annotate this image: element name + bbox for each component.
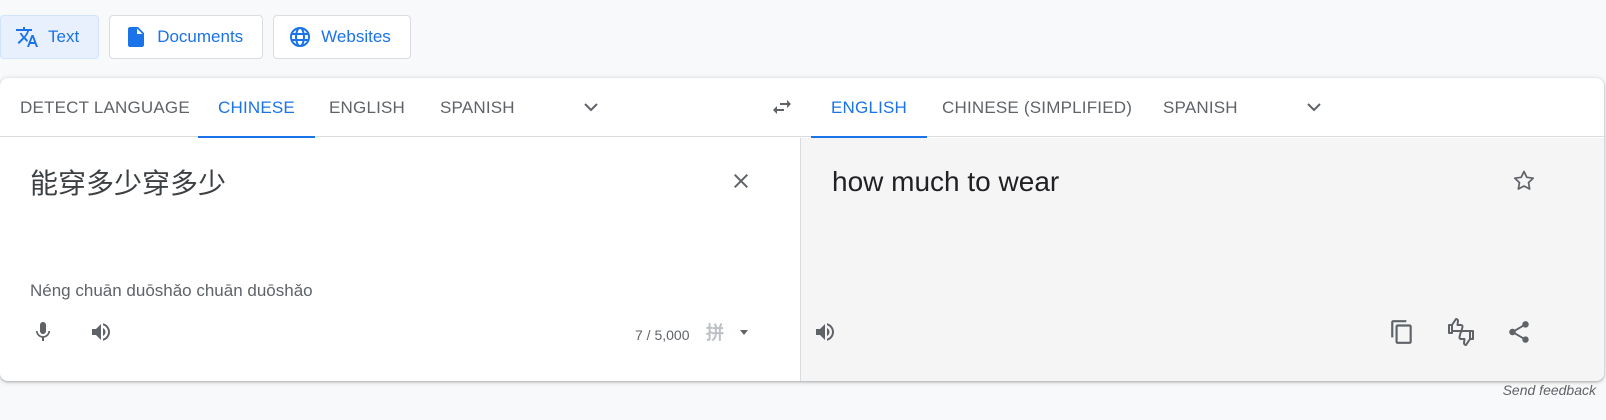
save-translation-button[interactable] <box>1504 161 1544 201</box>
document-icon <box>124 25 148 49</box>
character-counter: 7 / 5,000 <box>635 327 690 343</box>
input-tools-button[interactable]: 拼 <box>695 312 735 352</box>
send-feedback-link[interactable]: Send feedback <box>1503 382 1596 398</box>
close-icon <box>734 174 748 188</box>
speaker-icon <box>816 323 834 341</box>
caret-down-icon <box>740 330 748 335</box>
star-icon <box>1513 170 1535 190</box>
source-textarea[interactable]: 能穿多少穿多少 <box>30 162 226 202</box>
copy-translation-button[interactable] <box>1382 312 1422 352</box>
target-pane: how much to wear <box>800 138 1604 381</box>
source-pane: 能穿多少穿多少 Néng chuān duōshǎo chuān duōshǎo… <box>0 138 800 381</box>
rate-translation-button[interactable] <box>1441 312 1481 352</box>
pinyin-input-icon: 拼 <box>706 323 724 344</box>
source-romanization: Néng chuān duōshǎo chuān duōshǎo <box>30 281 313 300</box>
translation-card: DETECT LANGUAGE CHINESE ENGLISH SPANISH … <box>0 78 1604 381</box>
copy-icon <box>1391 320 1412 344</box>
documents-mode-button[interactable]: Documents <box>109 15 264 59</box>
thumbs-up-down-icon <box>1448 318 1474 346</box>
source-listen-button[interactable] <box>81 312 121 352</box>
translate-icon <box>15 25 39 49</box>
tab-detect-language[interactable]: DETECT LANGUAGE <box>0 78 210 137</box>
tab-source-spanish[interactable]: SPANISH <box>420 78 535 137</box>
chevron-down-icon <box>1307 103 1321 112</box>
target-listen-button[interactable] <box>805 312 845 352</box>
language-bar: DETECT LANGUAGE CHINESE ENGLISH SPANISH … <box>0 78 1604 138</box>
tab-target-spanish[interactable]: SPANISH <box>1143 78 1258 137</box>
target-more-languages-button[interactable] <box>1294 87 1334 127</box>
share-translation-button[interactable] <box>1499 312 1539 352</box>
websites-mode-label: Websites <box>321 27 391 46</box>
text-mode-button[interactable]: Text <box>0 15 100 59</box>
chevron-down-icon <box>584 103 598 112</box>
text-mode-label: Text <box>48 27 80 46</box>
translation-output: how much to wear <box>832 166 1060 197</box>
swap-icon <box>773 100 791 114</box>
tab-source-english[interactable]: ENGLISH <box>309 78 425 137</box>
tab-target-chinese-simplified[interactable]: CHINESE (SIMPLIFIED) <box>922 78 1152 137</box>
globe-icon <box>288 25 312 49</box>
websites-mode-button[interactable]: Websites <box>273 15 411 59</box>
share-icon <box>1509 321 1529 343</box>
source-more-languages-button[interactable] <box>571 87 611 127</box>
microphone-icon <box>36 322 50 341</box>
mode-bar: Text Documents Websites <box>0 15 421 59</box>
voice-input-button[interactable] <box>23 312 63 352</box>
tab-target-english[interactable]: ENGLISH <box>811 78 928 138</box>
documents-mode-label: Documents <box>157 27 244 46</box>
input-tools-dropdown[interactable] <box>734 312 754 352</box>
swap-languages-button[interactable] <box>762 87 802 127</box>
speaker-icon <box>92 323 110 341</box>
clear-source-button[interactable] <box>721 161 761 201</box>
tab-source-chinese[interactable]: CHINESE <box>198 78 315 138</box>
